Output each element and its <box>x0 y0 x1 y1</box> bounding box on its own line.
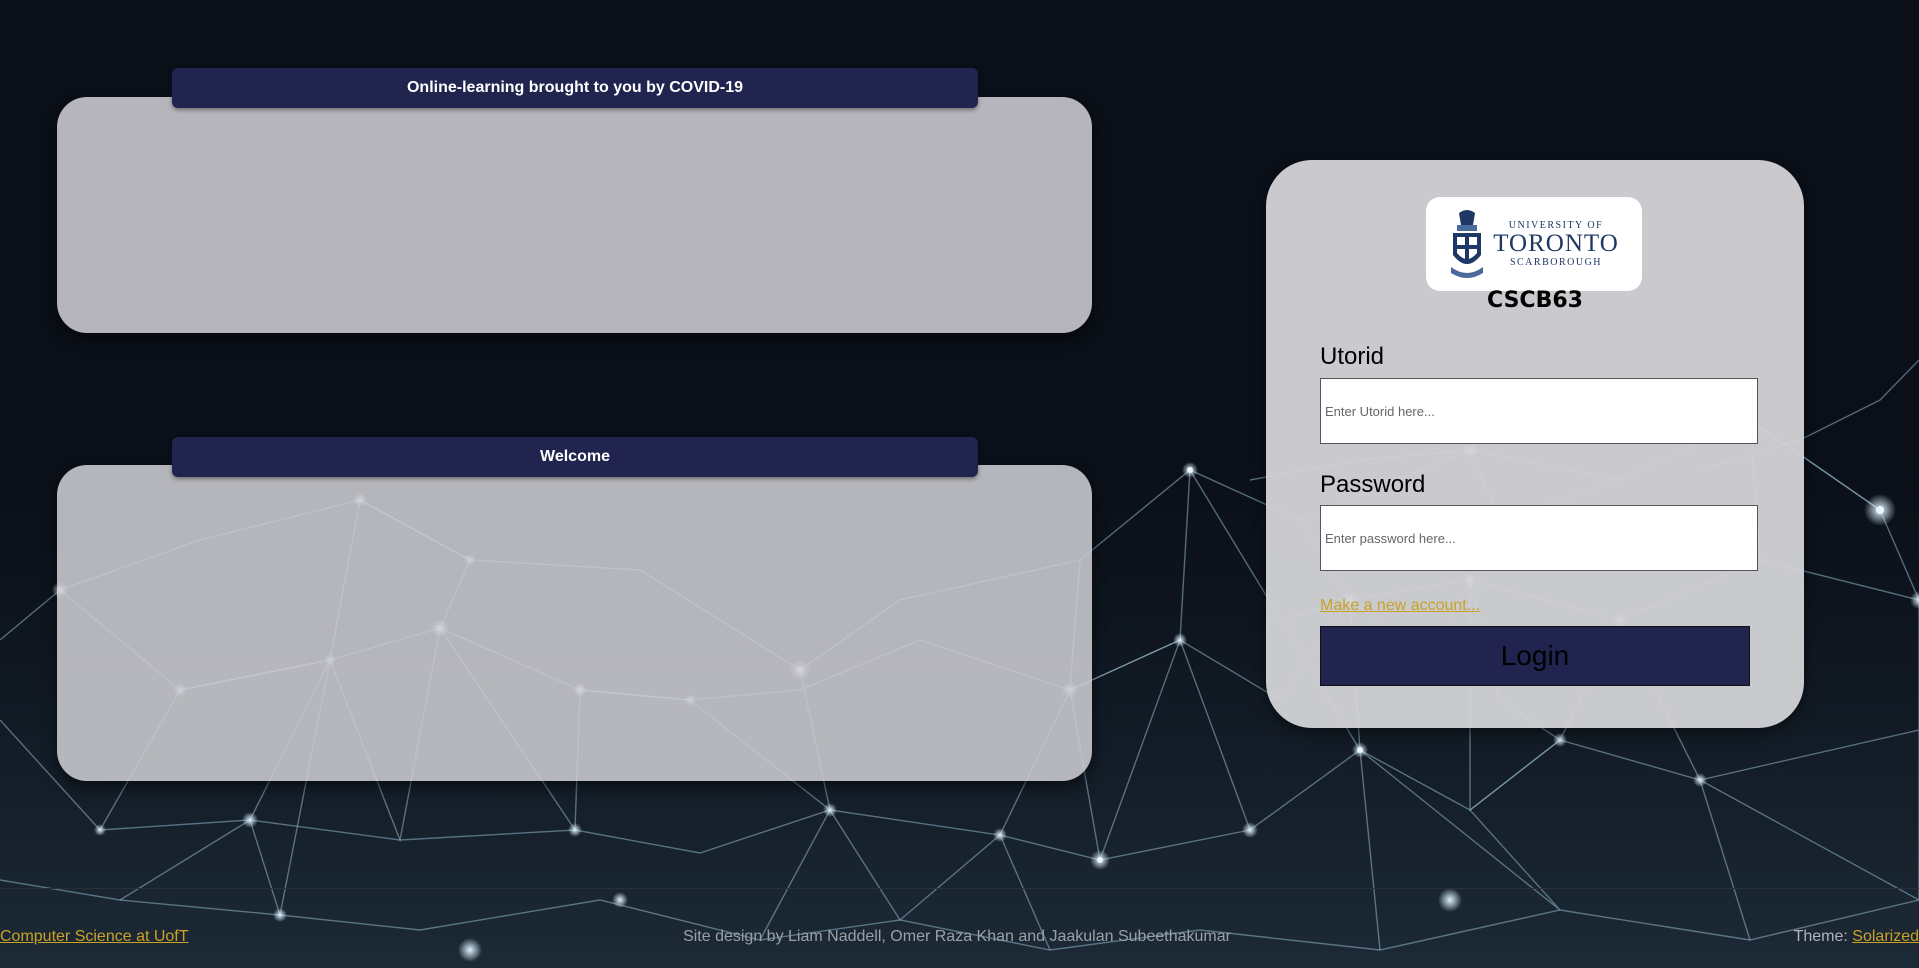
utorid-input[interactable] <box>1320 378 1758 444</box>
university-crest-icon <box>1451 210 1484 278</box>
utorid-label: Utorid <box>1320 343 1385 370</box>
announcement-header-text: Online-learning brought to you by COVID-… <box>406 79 743 96</box>
footer-divider <box>0 888 1919 889</box>
course-title: CSCB63 <box>1487 288 1583 313</box>
welcome-panel <box>57 465 1092 781</box>
welcome-header: Welcome <box>172 437 978 477</box>
footer-credits: Site design by Liam Naddell, Omer Raza K… <box>0 928 1919 946</box>
logo-line-2: TORONTO <box>1493 230 1619 257</box>
university-wordmark: UNIVERSITY OF TORONTO SCARBOROUGH <box>1493 220 1619 268</box>
theme-selector: Theme: Solarized <box>1794 928 1919 946</box>
welcome-header-text: Welcome <box>540 448 610 465</box>
announcement-header: Online-learning brought to you by COVID-… <box>172 68 978 108</box>
theme-label: Theme: <box>1793 928 1853 945</box>
password-input[interactable] <box>1320 505 1758 571</box>
cs-uoft-link[interactable]: Computer Science at UofT <box>0 928 189 946</box>
university-logo: UNIVERSITY OF TORONTO SCARBOROUGH <box>1426 197 1642 291</box>
footer-credits-text: Site design by Liam Naddell, Omer Raza K… <box>683 928 1231 945</box>
announcement-panel <box>57 97 1092 333</box>
login-card: UNIVERSITY OF TORONTO SCARBOROUGH CSCB63… <box>1266 160 1804 728</box>
new-account-link[interactable]: Make a new account... <box>1320 597 1480 615</box>
login-button[interactable]: Login <box>1320 626 1750 686</box>
theme-link[interactable]: Solarized <box>1852 928 1919 945</box>
password-label: Password <box>1320 471 1426 498</box>
footer: Site design by Liam Naddell, Omer Raza K… <box>0 928 1919 948</box>
logo-line-3: SCARBOROUGH <box>1509 257 1603 268</box>
